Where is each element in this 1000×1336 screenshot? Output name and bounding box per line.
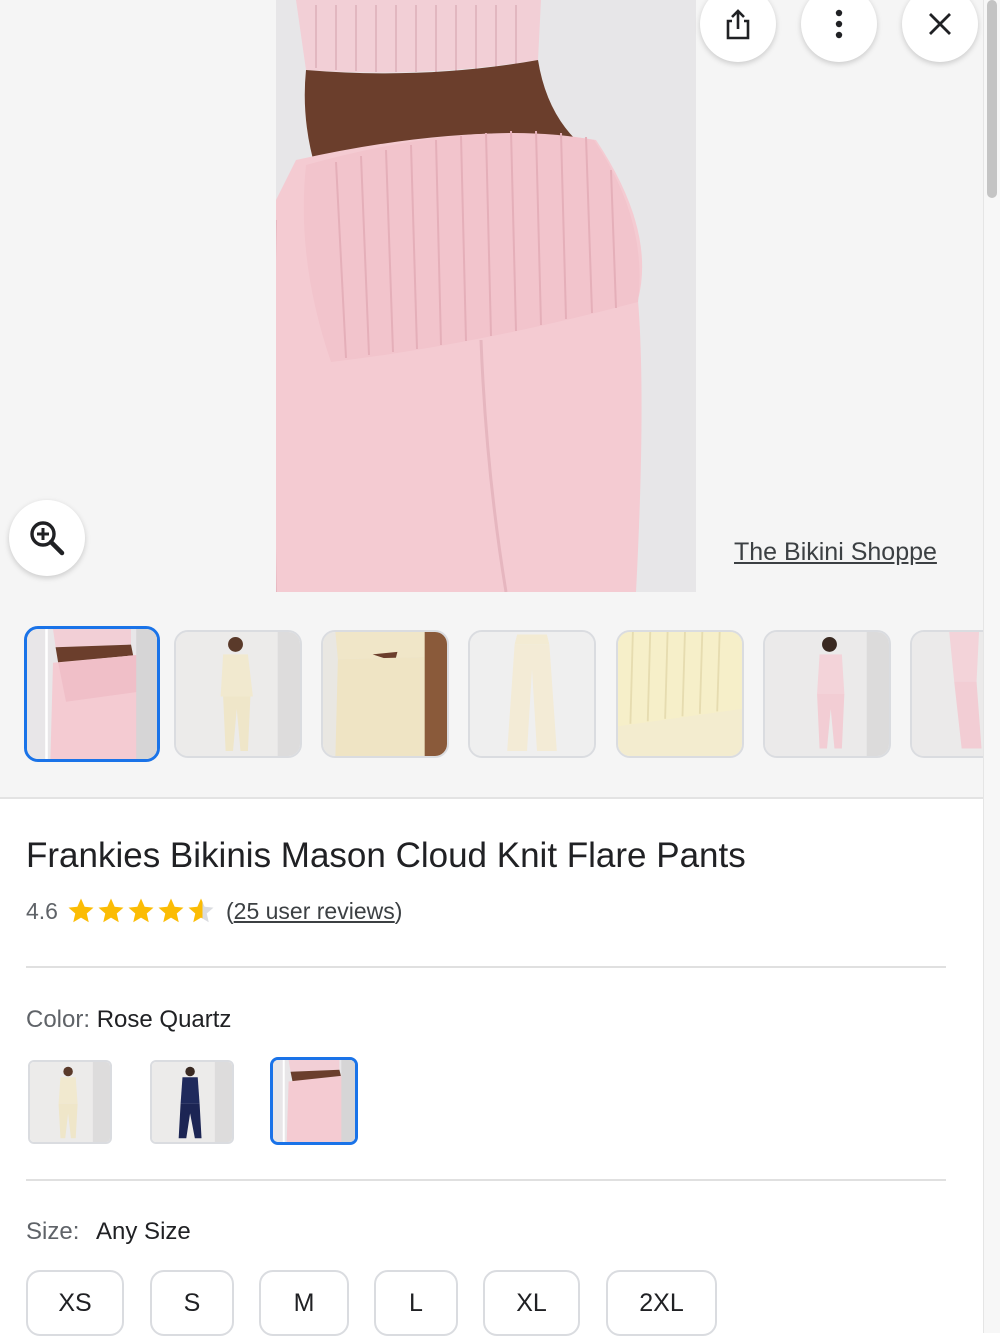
thumbnail-image xyxy=(765,632,889,756)
swatch-image xyxy=(152,1062,232,1142)
color-swatch-navy[interactable] xyxy=(150,1060,234,1144)
size-option-l[interactable]: L xyxy=(374,1270,458,1336)
size-option-xl[interactable]: XL xyxy=(483,1270,580,1336)
share-icon xyxy=(726,9,750,40)
half-star-icon xyxy=(188,898,214,923)
product-photo xyxy=(276,0,696,592)
size-label-row: Size: Any Size xyxy=(26,1218,191,1246)
gallery-divider xyxy=(0,797,984,799)
zoom-in-icon xyxy=(30,521,65,556)
size-option-xs[interactable]: XS xyxy=(26,1270,124,1336)
star-icon xyxy=(98,898,124,923)
thumbnail-3[interactable] xyxy=(321,630,449,758)
more-options-button[interactable] xyxy=(801,0,877,62)
section-divider xyxy=(26,1179,946,1181)
star-icon xyxy=(158,898,184,923)
size-option-2xl[interactable]: 2XL xyxy=(606,1270,717,1336)
color-label: Color: xyxy=(26,1006,91,1033)
image-gallery: The Bikini Shoppe xyxy=(0,0,984,797)
close-button[interactable] xyxy=(902,0,978,62)
thumbnail-image xyxy=(176,632,300,756)
rating-row: 4.6 (25 user reviews) xyxy=(26,896,402,926)
swatch-image xyxy=(273,1060,355,1142)
page-scrollbar[interactable] xyxy=(983,0,1000,1333)
thumbnail-7[interactable] xyxy=(910,630,984,758)
share-button[interactable] xyxy=(700,0,776,62)
close-icon xyxy=(929,13,951,35)
star-icon xyxy=(68,898,94,923)
size-option-m[interactable]: M xyxy=(259,1270,349,1336)
rating-value: 4.6 xyxy=(26,897,58,924)
source-link[interactable]: The Bikini Shoppe xyxy=(734,538,937,567)
scrollbar-thumb[interactable] xyxy=(987,0,997,198)
thumbnail-image xyxy=(470,632,594,756)
thumbnail-6[interactable] xyxy=(763,630,891,758)
size-value: Any Size xyxy=(96,1218,191,1245)
thumbnail-image xyxy=(27,629,157,759)
swatch-image xyxy=(30,1062,110,1142)
thumbnail-1[interactable] xyxy=(24,626,160,762)
color-swatch-cream[interactable] xyxy=(28,1060,112,1144)
star-icon xyxy=(128,898,154,923)
product-title: Frankies Bikinis Mason Cloud Knit Flare … xyxy=(26,836,746,875)
color-label-row: Color: Rose Quartz xyxy=(26,1006,231,1034)
user-reviews-link[interactable]: (25 user reviews) xyxy=(226,898,402,925)
thumbnail-image xyxy=(618,632,742,756)
zoom-button[interactable] xyxy=(9,500,85,576)
thumbnail-image xyxy=(912,632,984,756)
size-option-s[interactable]: S xyxy=(150,1270,234,1336)
star-rating xyxy=(66,896,216,926)
thumbnail-image xyxy=(323,632,447,756)
color-value: Rose Quartz xyxy=(96,1006,232,1033)
more-vert-icon xyxy=(835,9,843,39)
thumbnail-5[interactable] xyxy=(616,630,744,758)
main-product-image[interactable] xyxy=(276,0,696,592)
thumbnail-2[interactable] xyxy=(174,630,302,758)
thumbnail-4[interactable] xyxy=(468,630,596,758)
color-swatch-rose-quartz[interactable] xyxy=(270,1057,358,1145)
size-label: Size: xyxy=(26,1218,80,1245)
section-divider xyxy=(26,966,946,968)
